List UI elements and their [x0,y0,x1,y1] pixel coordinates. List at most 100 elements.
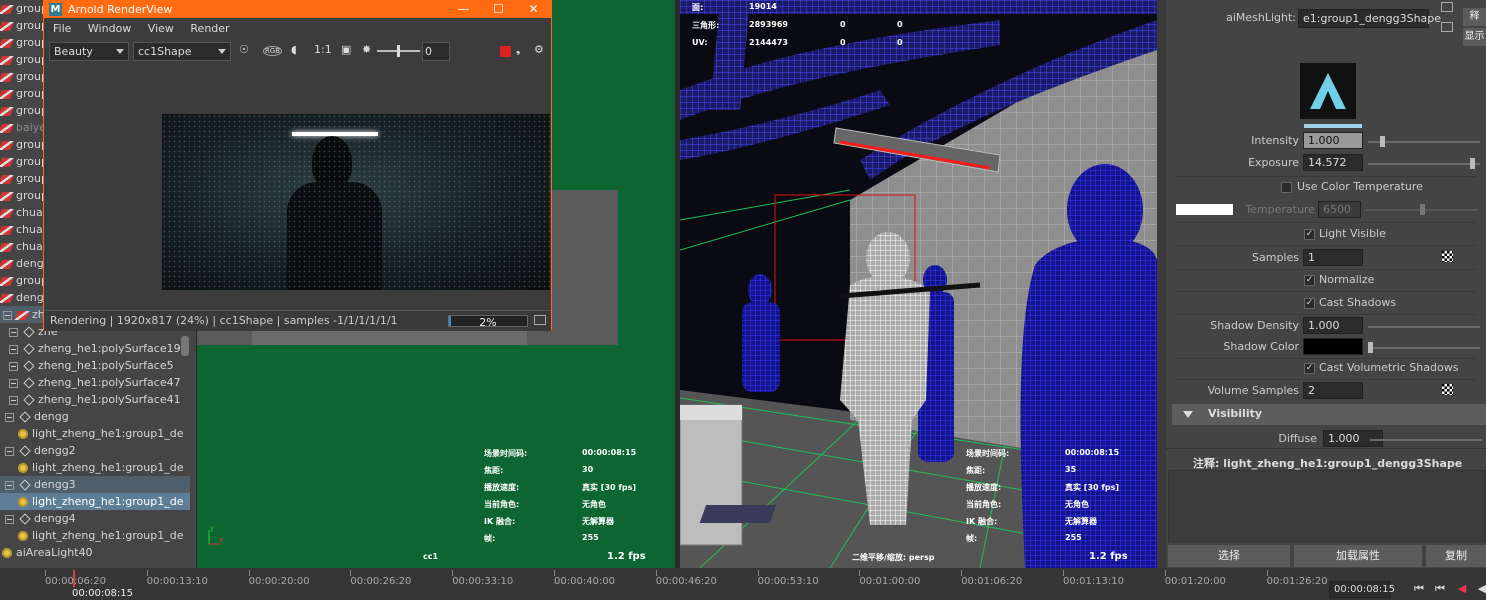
refresh-render-icon[interactable]: ☉ [239,43,249,56]
map-button-icon[interactable] [1442,251,1453,262]
outliner-row[interactable]: dengg [0,408,190,425]
poly-stat-k: 三角形: [692,21,720,30]
menu-file[interactable]: File [53,22,71,35]
step-back-frame-icon[interactable]: ◀ [1452,582,1472,598]
outliner-row[interactable]: light_zheng_he1:group1_de [0,425,190,442]
focus-icon[interactable] [1441,2,1453,12]
outliner-row[interactable]: aiAreaLight40 [0,544,190,561]
exposure-field[interactable]: 0 [422,42,450,61]
node-name-field[interactable]: e1:group1_dengg3Shape [1298,9,1441,28]
ipr-icon[interactable]: ❟ [516,43,520,57]
outliner-item-label: dengg4 [34,512,76,525]
exposure-attr-field[interactable]: 14.572 [1303,154,1363,171]
visibility-section-header[interactable]: Visibility [1172,404,1486,425]
select-button[interactable]: 选择 [1168,545,1290,567]
exposure-attr-slider[interactable] [1368,163,1480,165]
aov-dropdown[interactable]: Beauty [49,42,129,61]
playhead[interactable] [73,570,75,587]
shadow-color-swatch[interactable] [1303,338,1363,355]
use-color-temp-checkbox[interactable] [1281,182,1292,193]
outliner-row[interactable]: dengg2 [0,442,190,459]
normalize-checkbox[interactable]: ✓ [1304,275,1315,286]
outliner-row[interactable]: light_zheng_he1:group1_de [0,527,190,544]
expand-toggle-icon[interactable] [9,378,18,388]
window-titlebar[interactable]: M Arnold RenderView — ☐ ✕ [44,1,551,18]
exposure-icon[interactable]: ✸ [362,43,371,56]
diffuse-slider[interactable] [1370,439,1482,441]
side-button-2[interactable]: 显示 [1463,28,1486,46]
side-button-1[interactable]: 释 [1463,8,1486,26]
expand-toggle-icon[interactable] [9,395,18,405]
menu-render[interactable]: Render [190,22,229,35]
rgb-channel-icon[interactable]: RGB [263,46,283,56]
map-button-icon[interactable] [1442,384,1453,395]
exposure-slider-handle[interactable] [397,45,400,57]
outliner-row[interactable]: zheng_he1:polySurface47 [0,374,190,391]
separator [1176,379,1476,380]
arnold-renderview-window[interactable]: M Arnold RenderView — ☐ ✕ File Window Vi… [43,0,552,331]
load-attributes-button[interactable]: 加载属性 [1294,545,1422,567]
cast-shadows-checkbox[interactable]: ✓ [1304,298,1315,309]
shadow-color-slider[interactable] [1368,347,1480,349]
minimize-icon[interactable]: — [446,1,481,18]
separator [1176,222,1476,223]
go-to-start-icon[interactable]: ⏮ [1409,582,1429,598]
zoom-1-1-button[interactable]: 1:1 [314,43,332,56]
outliner-row[interactable]: zheng_he1:polySurface41 [0,391,190,408]
expand-toggle-icon[interactable] [5,412,14,422]
outliner-scrollbar-thumb[interactable] [181,336,189,356]
stop-render-icon[interactable] [500,46,511,57]
panel-divider[interactable] [1157,0,1166,568]
shadow-density-slider[interactable] [1368,326,1480,328]
viewport-persp[interactable]: 面: 19014 三角形: 2893969 0 0 UV: 2144473 0 0 场景时间码: 0… [680,0,1157,568]
play-backward-icon[interactable]: ◀ [1472,582,1486,598]
save-image-icon[interactable] [534,315,546,325]
volume-samples-field[interactable]: 2 [1303,382,1363,399]
intensity-field[interactable]: 1.000 [1303,132,1363,149]
light-visible-checkbox[interactable]: ✓ [1304,229,1315,240]
time-slider[interactable]: 00:00:06:20 00:00:13:10 00:00:20:00 00:00:2… [0,568,1486,600]
outliner-row[interactable]: light_zheng_he1:group1_de [0,493,190,510]
temperature-field[interactable]: 6500 [1318,201,1361,218]
shadow-color-slider-handle[interactable] [1368,342,1373,353]
shadow-density-field[interactable]: 1.000 [1303,317,1363,334]
outliner-row[interactable]: dengg3 [0,476,190,493]
mesh-light-icon [18,531,28,541]
viewport-divider[interactable] [675,0,680,568]
expand-toggle-icon[interactable] [5,480,14,490]
expand-toggle-icon[interactable] [5,446,14,456]
timeline-tick [45,570,46,576]
intensity-slider-handle[interactable] [1380,136,1385,147]
expand-toggle-icon[interactable] [9,361,18,371]
outliner-row[interactable]: zheng_he1:polySurface19 [0,340,190,357]
outliner-row[interactable]: dengg4 [0,510,190,527]
camera-dropdown[interactable]: cc1Shape [133,42,231,61]
close-icon[interactable]: ✕ [516,1,551,18]
expand-toggle-icon[interactable] [5,514,14,524]
timeline-tick [554,570,555,576]
menu-window[interactable]: Window [88,22,131,35]
node-type-label: aiMeshLight: [1226,11,1296,24]
expand-toggle-icon[interactable] [9,344,18,354]
menu-view[interactable]: View [148,22,174,35]
mesh-group-icon [0,123,14,133]
copy-tab-button[interactable]: 复制 [1426,545,1486,567]
current-time-field[interactable]: 00:00:08:15 [1329,581,1395,598]
step-back-key-icon[interactable]: ⏮ [1430,582,1450,598]
notes-textarea[interactable] [1168,470,1486,542]
region-crop-icon[interactable]: ▣ [341,43,351,56]
expand-toggle-icon[interactable] [3,310,12,320]
presets-icon[interactable] [1441,22,1453,32]
samples-field[interactable]: 1 [1303,249,1363,266]
color-swatch[interactable] [1304,124,1362,128]
outliner-row[interactable]: zheng_he1:polySurface5 [0,357,190,374]
expand-toggle-icon[interactable] [9,327,18,337]
temperature-slider-handle[interactable] [1420,204,1425,215]
gear-icon[interactable]: ⚙ [534,43,544,56]
outliner-row[interactable]: light_zheng_he1:group1_de [0,459,190,476]
exposure-attr-slider-handle[interactable] [1470,158,1475,169]
hud-value: 00:00:08:15 [582,448,637,457]
maximize-icon[interactable]: ☐ [481,1,516,18]
cast-volumetric-shadows-checkbox[interactable]: ✓ [1304,363,1315,374]
color-correct-icon[interactable]: ◖ [291,43,297,56]
